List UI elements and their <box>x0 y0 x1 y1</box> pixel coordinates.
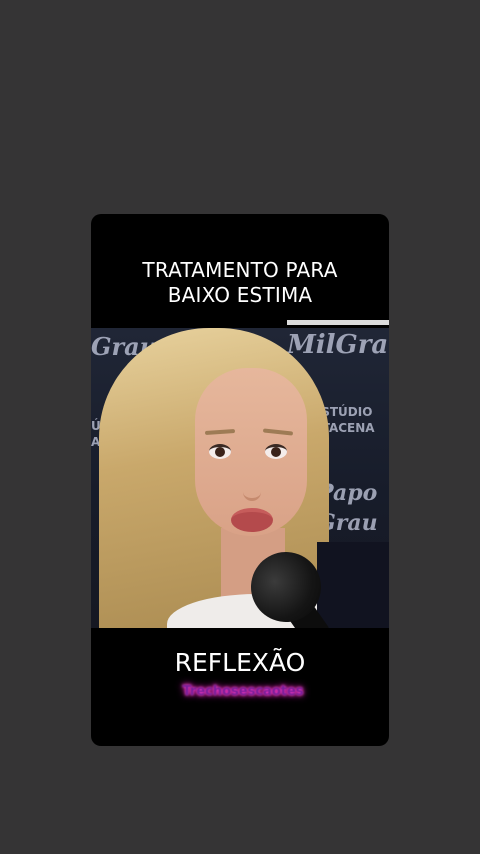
story-screen: TRATAMENTO PARA BAIXO ESTIMA Grau MilGra… <box>0 0 480 854</box>
video-caption: REFLEXÃO <box>174 648 306 677</box>
backdrop-logo-right: MilGrau <box>287 330 389 360</box>
mouth <box>231 508 273 532</box>
jacket-shape <box>317 542 389 628</box>
video-frame[interactable]: Grau MilGrau ESTÚDIO RTACENA ÚDIO AC Pap… <box>91 328 389 628</box>
video-card[interactable]: TRATAMENTO PARA BAIXO ESTIMA Grau MilGra… <box>91 214 389 746</box>
right-eyebrow <box>262 428 294 436</box>
video-title: TRATAMENTO PARA BAIXO ESTIMA <box>142 258 338 307</box>
person-face <box>195 368 307 536</box>
creator-handle: Trechosescaotes <box>182 684 304 699</box>
left-eye <box>209 444 231 459</box>
nose <box>243 464 261 501</box>
progress-bar <box>287 320 389 325</box>
left-eyebrow <box>204 428 236 436</box>
right-eye <box>265 444 287 459</box>
